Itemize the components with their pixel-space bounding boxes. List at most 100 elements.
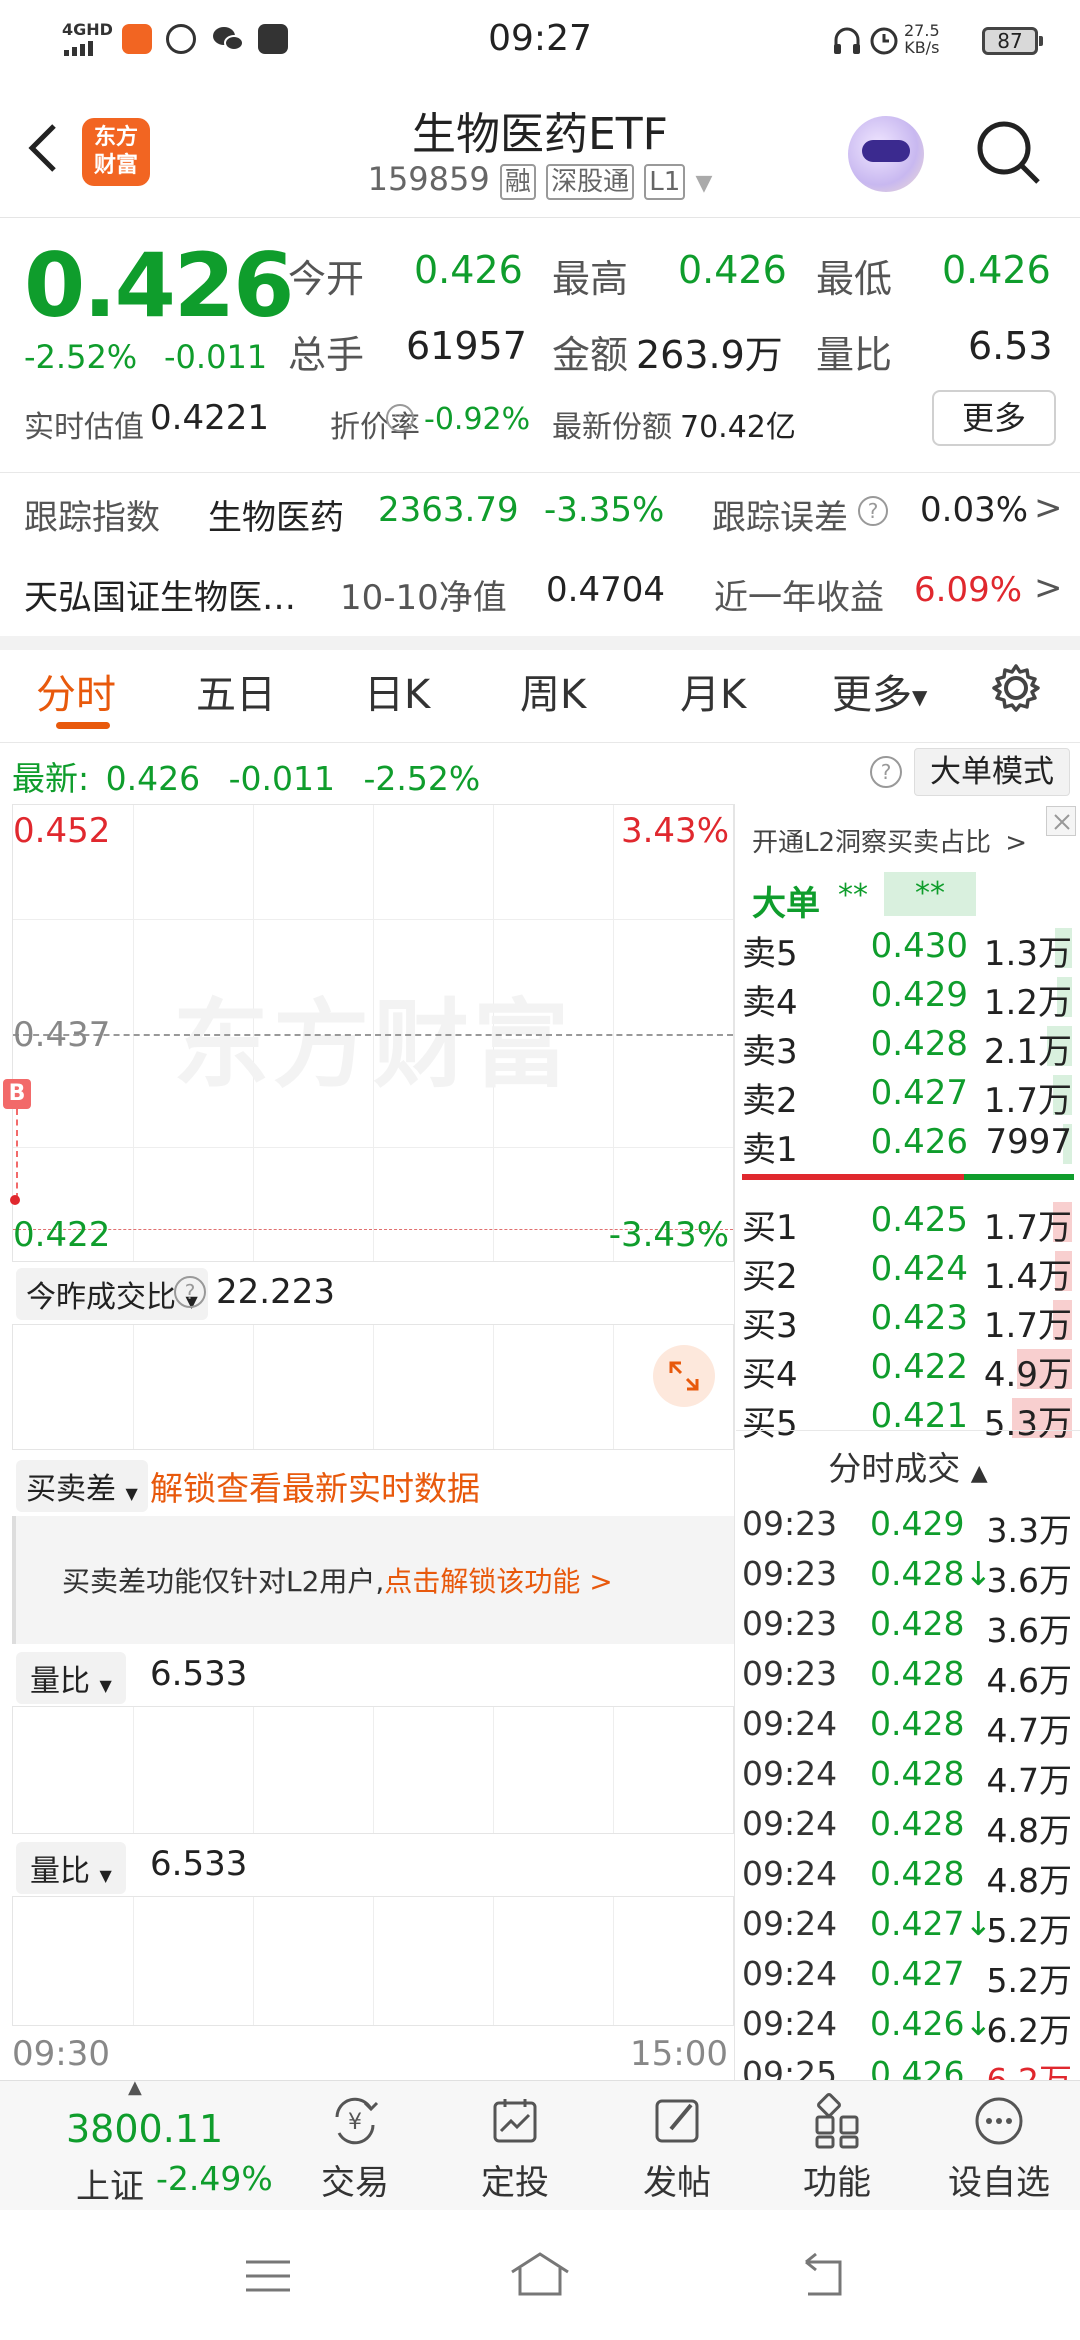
ask-row[interactable]: 卖3 0.428 2.1万 (740, 1020, 1076, 1072)
vol-ratio-value-2: 6.533 (150, 1844, 248, 1884)
caret-down-icon: ▼ (912, 685, 928, 709)
ask-row[interactable]: 卖4 0.429 1.2万 (740, 971, 1076, 1023)
help-icon[interactable]: ? (858, 496, 888, 526)
tick-row: 09:24 0.427 5.2万 (740, 1950, 1076, 2000)
track-error-label: 跟踪误差 (712, 498, 848, 538)
tick-volume: 4.7万 (986, 1761, 1072, 1800)
index-ticker[interactable]: ▲ 3800.11 上证 -2.49% (0, 2077, 300, 2211)
yield-label: 近一年收益 (714, 578, 884, 618)
menu-button[interactable] (240, 2248, 296, 2308)
ask-label: 卖2 (742, 1081, 798, 1121)
ask-price: 0.428 (870, 1024, 968, 1064)
tick-time: 09:24 (742, 1954, 838, 1993)
nav-trade[interactable]: ¥ 交易 (290, 2091, 420, 2204)
track-error-value: 0.03% (920, 490, 1029, 530)
ticks-title-text: 分时成交 (828, 1449, 961, 1488)
vol-ratio-dropdown-2[interactable]: 量比 ▼ (16, 1842, 126, 1894)
nav-label: 10-10净值 (340, 578, 507, 618)
vol-ratio-label-2: 量比 (30, 1854, 90, 1889)
ratio-label: 量比 (816, 333, 893, 377)
tick-volume: 3.6万 (986, 1561, 1072, 1600)
nav-post[interactable]: 发帖 (612, 2091, 742, 2204)
tick-row: 09:24 0.427↓ 5.2万 (740, 1900, 1076, 1950)
spread-unlock-link[interactable]: 解锁查看最新实时数据 (150, 1462, 480, 1510)
search-button[interactable] (974, 118, 1044, 192)
bid-row[interactable]: 买4 0.422 4.9万 (740, 1343, 1076, 1395)
close-promo-button[interactable] (1046, 806, 1076, 836)
tick-row: 09:24 0.428 4.8万 (740, 1800, 1076, 1850)
ratio-compare-label: 今昨成交比 (26, 1280, 176, 1315)
price-dot (10, 1195, 20, 1205)
ask-label: 卖5 (742, 934, 798, 974)
ask-label: 卖4 (742, 983, 798, 1023)
amount-value: 263.9万 (636, 333, 783, 377)
tick-row: 09:23 0.428↓ 3.6万 (740, 1550, 1076, 1600)
tab-monthly-k[interactable]: 月K (680, 662, 746, 720)
nav-invest-plan[interactable]: 定投 (450, 2091, 580, 2204)
unlock-feature-link[interactable]: 点击解锁该功能 > (384, 1565, 612, 1598)
more-quote-button[interactable]: 更多 (932, 390, 1056, 446)
tab-weekly-k[interactable]: 周K (520, 662, 586, 720)
ask-row[interactable]: 卖5 0.430 1.3万 (740, 922, 1076, 974)
caret-down-icon: ▼ (99, 1676, 112, 1695)
system-navigation-bar (0, 2210, 1080, 2340)
intraday-price-chart[interactable]: 东方财富 0.452 3.43% 0.437 0.422 -3.43% B (3, 804, 734, 1262)
fund-name: 天弘国证生物医… (24, 578, 296, 618)
high-value: 0.426 (678, 248, 787, 292)
help-icon[interactable]: ? (174, 1276, 206, 1308)
buy-marker[interactable]: B (3, 1079, 31, 1109)
tab-intraday[interactable]: 分时 (36, 662, 116, 720)
back-nav-icon (805, 2252, 842, 2296)
tick-time: 09:24 (742, 1804, 838, 1843)
tick-volume: 6.2万 (986, 2011, 1072, 2050)
tick-time: 09:23 (742, 1554, 838, 1593)
bid-row[interactable]: 买5 0.421 5.3万 (740, 1392, 1076, 1444)
bid-volume: 1.4万 (983, 1257, 1072, 1297)
track-index-value: 2363.79 (378, 490, 519, 530)
tick-price: 0.427 (870, 1954, 965, 1993)
tab-five-day[interactable]: 五日 (196, 662, 276, 720)
bottom-toolbar: ▲ 3800.11 上证 -2.49% ¥ 交易 定投 发帖 功能 设自选 (0, 2077, 1080, 2211)
expand-chart-button[interactable] (653, 1345, 715, 1407)
nav-functions-label: 功能 (803, 2163, 871, 2203)
connect-tag: 深股通 (546, 164, 635, 200)
tracking-index-row[interactable]: 跟踪指数 生物医药 2363.79 -3.35% 跟踪误差 ? 0.03% > (0, 474, 1080, 558)
tick-price: 0.426 (870, 2004, 965, 2043)
nav-add-watchlist[interactable]: 设自选 (934, 2091, 1064, 2204)
tick-price: 0.428 (870, 1854, 965, 1893)
volume-value: 61957 (406, 324, 527, 368)
tick-volume: 3.6万 (986, 1611, 1072, 1650)
level-tag: L1 (644, 164, 686, 200)
vol-ratio-dropdown-1[interactable]: 量比 ▼ (16, 1652, 126, 1704)
ai-assistant-avatar[interactable] (848, 116, 924, 192)
fund-info-row[interactable]: 天弘国证生物医… 10-10净值 0.4704 近一年收益 6.09% > (0, 558, 1080, 636)
tab-more[interactable]: 更多▼ (832, 662, 927, 720)
latest-change: -0.011 (228, 759, 335, 798)
ratio-compare-chart (12, 1324, 734, 1450)
bid-row[interactable]: 买1 0.425 1.7万 (740, 1196, 1076, 1248)
ask-row[interactable]: 卖2 0.427 1.7万 (740, 1069, 1076, 1121)
tick-price: 0.428 (870, 1704, 965, 1743)
discount-value: -0.92% (424, 402, 531, 437)
gear-icon (992, 664, 1040, 712)
yield-value: 6.09% (914, 570, 1023, 610)
bid-row[interactable]: 买3 0.423 1.7万 (740, 1294, 1076, 1346)
nav-functions[interactable]: 功能 (772, 2091, 902, 2204)
time-axis-start: 09:30 (12, 2034, 110, 2074)
home-button[interactable] (508, 2246, 572, 2306)
big-order-mode-button[interactable]: 大单模式 (914, 748, 1070, 796)
info-dots-icon[interactable]: ··· (386, 404, 414, 432)
speed-value: 27.5 (904, 21, 940, 40)
l2-promo-link[interactable]: 开通L2洞察买卖占比 > (752, 822, 1027, 859)
change-pct: -2.52% (24, 338, 138, 376)
spread-dropdown[interactable]: 买卖差 ▼ (16, 1460, 148, 1512)
tab-daily-k[interactable]: 日K (364, 662, 430, 720)
back-nav-button[interactable] (794, 2248, 854, 2308)
ask-row[interactable]: 卖1 0.426 7997 (740, 1118, 1076, 1170)
ticks-title[interactable]: 分时成交 ▲ (736, 1442, 1080, 1490)
bid-row[interactable]: 买2 0.424 1.4万 (740, 1245, 1076, 1297)
close-icon (1054, 814, 1070, 830)
chart-settings-button[interactable] (990, 662, 1042, 714)
tick-row: 09:23 0.428 3.6万 (740, 1600, 1076, 1650)
help-icon[interactable]: ? (870, 756, 902, 788)
